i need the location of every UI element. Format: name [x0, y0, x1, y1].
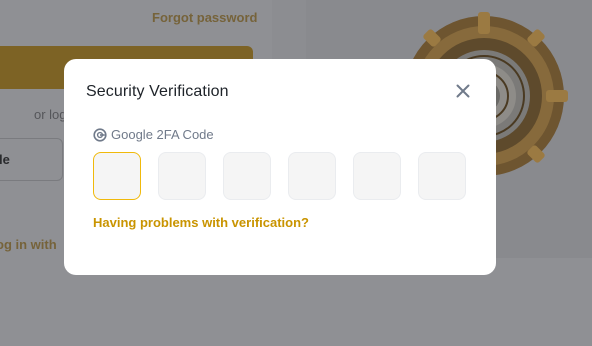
close-button[interactable] [453, 81, 473, 101]
close-icon [456, 84, 470, 98]
modal-title: Security Verification [86, 83, 229, 100]
code-digit-4[interactable] [288, 152, 336, 200]
google-2fa-label-text: Google 2FA Code [111, 127, 214, 142]
google-icon [93, 127, 107, 142]
code-digit-5[interactable] [353, 152, 401, 200]
google-2fa-label: Google 2FA Code [93, 127, 214, 142]
code-digit-2[interactable] [158, 152, 206, 200]
code-digit-6[interactable] [418, 152, 466, 200]
log-in-with-link: og in with [0, 237, 57, 252]
google-login-label: le [0, 152, 10, 167]
code-digit-1[interactable] [93, 152, 141, 200]
security-verification-modal: Security Verification Google 2FA Code Ha… [64, 59, 496, 275]
or-login-text: or log [34, 107, 67, 122]
verification-problems-link[interactable]: Having problems with verification? [93, 215, 309, 230]
code-digit-3[interactable] [223, 152, 271, 200]
forgot-password-link: Forgot password [152, 10, 258, 25]
google-login-button: le [0, 138, 63, 181]
